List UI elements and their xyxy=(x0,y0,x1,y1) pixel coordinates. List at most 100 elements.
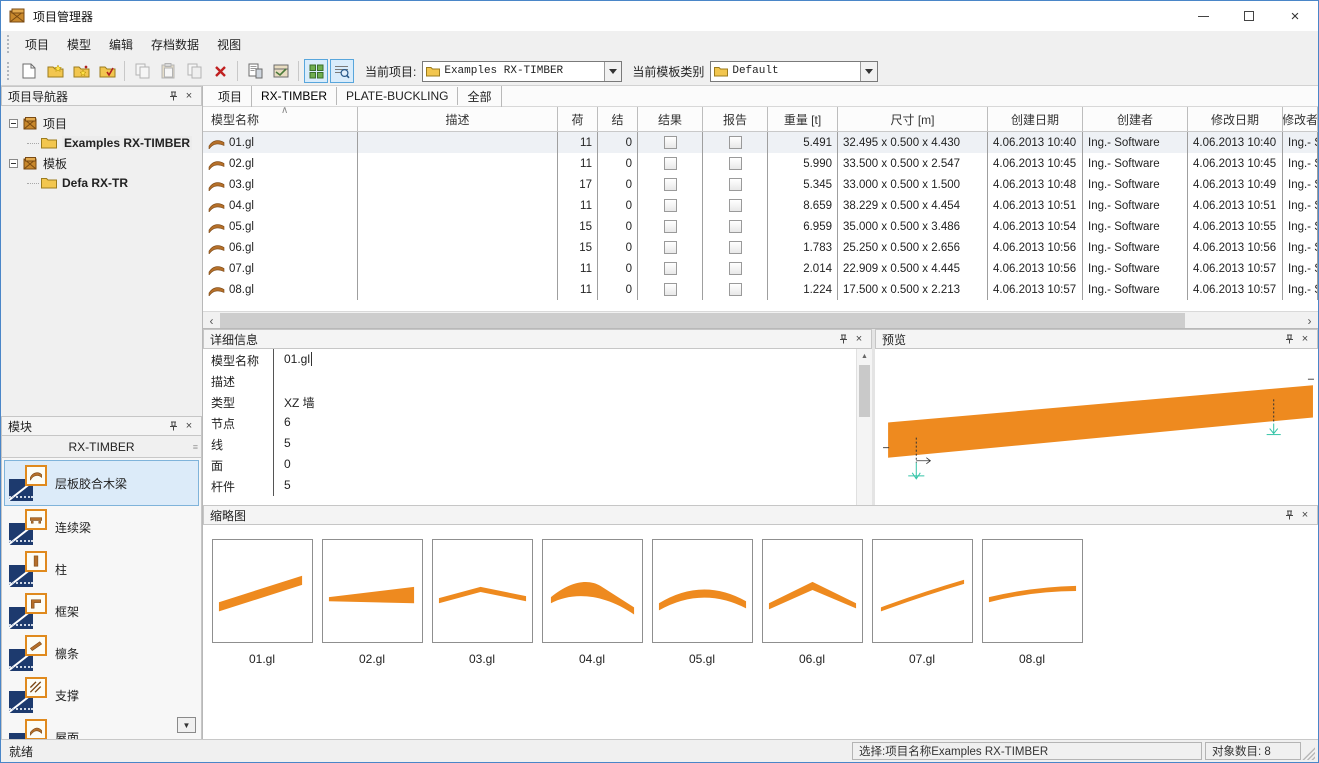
column-header-name[interactable]: 模型名称∧ xyxy=(203,107,358,131)
table-row-06.gl[interactable]: 06.gl 15 0 1.783 25.250 x 0.500 x 2.656 … xyxy=(203,237,1318,258)
menu-item-项目[interactable]: 项目 xyxy=(16,32,58,57)
column-header-desc[interactable]: 描述 xyxy=(358,107,558,131)
menu-item-视图[interactable]: 视图 xyxy=(208,32,250,57)
modules-scroll-down-button[interactable]: ▼ xyxy=(177,717,196,733)
column-header-size[interactable]: 尺寸 [m] xyxy=(838,107,988,131)
detail-view-button[interactable] xyxy=(330,59,354,83)
open-project-button[interactable] xyxy=(69,59,93,83)
thumbnail-image[interactable] xyxy=(212,539,313,643)
module-item-屋面[interactable]: 屋面 xyxy=(4,716,199,739)
menu-item-模型[interactable]: 模型 xyxy=(58,32,100,57)
menu-item-存档数据[interactable]: 存档数据 xyxy=(142,32,208,57)
resize-grip[interactable] xyxy=(1301,742,1315,760)
module-item-柱[interactable]: 柱 xyxy=(4,548,199,590)
close-icon[interactable]: × xyxy=(181,419,197,433)
pin-icon[interactable] xyxy=(1281,508,1297,522)
tab-项目[interactable]: 项目 xyxy=(209,86,252,107)
table-row-08.gl[interactable]: 08.gl 11 0 1.224 17.500 x 0.500 x 2.213 … xyxy=(203,279,1318,300)
column-header-modified[interactable]: 修改日期 xyxy=(1188,107,1283,131)
thumbnail-05.gl[interactable]: 05.gl xyxy=(647,539,757,666)
results-checkbox[interactable] xyxy=(664,283,677,296)
new-project-button[interactable] xyxy=(43,59,67,83)
thumbnail-image[interactable] xyxy=(432,539,533,643)
current-project-combobox[interactable]: Examples RX-TIMBER xyxy=(422,61,622,82)
table-row-07.gl[interactable]: 07.gl 11 0 2.014 22.909 x 0.500 x 4.445 … xyxy=(203,258,1318,279)
thumbnail-image[interactable] xyxy=(322,539,423,643)
thumbnail-08.gl[interactable]: 08.gl xyxy=(977,539,1087,666)
column-header-loads[interactable]: 荷 xyxy=(558,107,598,131)
preview-viewport[interactable] xyxy=(875,349,1318,505)
table-row-05.gl[interactable]: 05.gl 15 0 6.959 35.000 x 0.500 x 3.486 … xyxy=(203,216,1318,237)
results-checkbox[interactable] xyxy=(664,262,677,275)
thumbnail-03.gl[interactable]: 03.gl xyxy=(427,539,537,666)
tree-node-template-default[interactable]: Defa RX-TR xyxy=(9,173,198,193)
table-row-02.gl[interactable]: 02.gl 11 0 5.990 33.500 x 0.500 x 2.547 … xyxy=(203,153,1318,174)
module-item-檩条[interactable]: 檩条 xyxy=(4,632,199,674)
report-checkbox[interactable] xyxy=(729,157,742,170)
results-checkbox[interactable] xyxy=(664,136,677,149)
copy-to-button[interactable] xyxy=(182,59,206,83)
menu-item-编辑[interactable]: 编辑 xyxy=(100,32,142,57)
delete-button[interactable] xyxy=(208,59,232,83)
tree-node-examples-rx-timber[interactable]: Examples RX-TIMBER xyxy=(9,133,198,153)
report-button[interactable] xyxy=(243,59,267,83)
thumbnail-02.gl[interactable]: 02.gl xyxy=(317,539,427,666)
thumbnail-01.gl[interactable]: 01.gl xyxy=(207,539,317,666)
thumbnail-image[interactable] xyxy=(762,539,863,643)
column-header-report[interactable]: 报告 xyxy=(703,107,768,131)
report-checkbox[interactable] xyxy=(729,220,742,233)
copy-button[interactable] xyxy=(130,59,154,83)
details-scrollbar[interactable]: ▲ xyxy=(856,349,872,505)
scrollbar-thumb[interactable] xyxy=(859,365,870,417)
report-checkbox[interactable] xyxy=(729,283,742,296)
minimize-button[interactable] xyxy=(1180,1,1226,31)
template-category-combobox[interactable]: Default xyxy=(710,61,878,82)
thumbnail-image[interactable] xyxy=(652,539,753,643)
results-checkbox[interactable] xyxy=(664,241,677,254)
thumbnail-image[interactable] xyxy=(872,539,973,643)
pin-icon[interactable] xyxy=(165,419,181,433)
collapse-icon[interactable] xyxy=(9,159,18,168)
report-checkbox[interactable] xyxy=(729,136,742,149)
column-header-weight[interactable]: 重量 [t] xyxy=(768,107,838,131)
scrollbar-thumb[interactable] xyxy=(220,313,1185,328)
close-icon[interactable]: × xyxy=(1297,508,1313,522)
thumbnail-image[interactable] xyxy=(542,539,643,643)
new-model-button[interactable] xyxy=(17,59,41,83)
collapse-icon[interactable] xyxy=(9,119,18,128)
archive-button[interactable] xyxy=(269,59,293,83)
thumbnail-07.gl[interactable]: 07.gl xyxy=(867,539,977,666)
results-checkbox[interactable] xyxy=(664,220,677,233)
scroll-up-icon[interactable]: ▲ xyxy=(857,349,872,364)
results-checkbox[interactable] xyxy=(664,157,677,170)
close-icon[interactable]: × xyxy=(181,89,197,103)
column-header-results[interactable]: 结果 xyxy=(638,107,703,131)
tab-全部[interactable]: 全部 xyxy=(458,86,501,107)
column-header-modifier[interactable]: 修改者 xyxy=(1283,107,1318,131)
tab-RX-TIMBER[interactable]: RX-TIMBER xyxy=(252,87,337,105)
table-row-01.gl[interactable]: 01.gl 11 0 5.491 32.495 x 0.500 x 4.430 … xyxy=(203,132,1318,153)
report-checkbox[interactable] xyxy=(729,241,742,254)
report-checkbox[interactable] xyxy=(729,262,742,275)
results-checkbox[interactable] xyxy=(664,199,677,212)
current-project-dropdown-button[interactable] xyxy=(604,62,621,81)
module-item-连续梁[interactable]: 连续梁 xyxy=(4,506,199,548)
close-button[interactable]: × xyxy=(1272,1,1318,31)
table-row-04.gl[interactable]: 04.gl 11 0 8.659 38.229 x 0.500 x 4.454 … xyxy=(203,195,1318,216)
pin-icon[interactable] xyxy=(1281,332,1297,346)
report-checkbox[interactable] xyxy=(729,178,742,191)
scroll-right-icon[interactable]: › xyxy=(1301,312,1318,329)
thumbnail-image[interactable] xyxy=(982,539,1083,643)
thumbnail-06.gl[interactable]: 06.gl xyxy=(757,539,867,666)
project-check-button[interactable] xyxy=(95,59,119,83)
pin-icon[interactable] xyxy=(835,332,851,346)
results-checkbox[interactable] xyxy=(664,178,677,191)
tree-node-projects[interactable]: 项目 xyxy=(9,113,198,133)
horizontal-scrollbar[interactable]: ‹ › xyxy=(203,311,1318,328)
maximize-button[interactable] xyxy=(1226,1,1272,31)
close-icon[interactable]: × xyxy=(1297,332,1313,346)
thumbnail-04.gl[interactable]: 04.gl xyxy=(537,539,647,666)
pin-icon[interactable] xyxy=(165,89,181,103)
modules-group-header[interactable]: RX-TIMBER ≡ xyxy=(1,436,202,458)
template-category-dropdown-button[interactable] xyxy=(860,62,877,81)
